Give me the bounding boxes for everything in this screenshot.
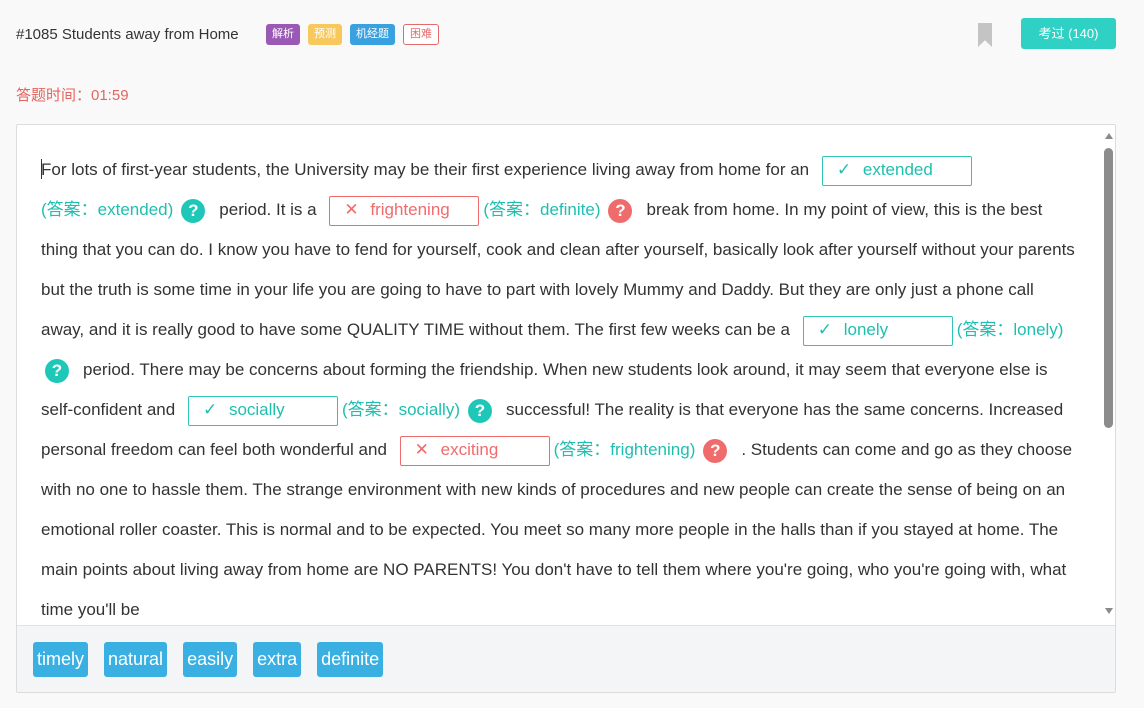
word-chip[interactable]: natural (104, 642, 168, 677)
kaoguo-button[interactable]: 考过 (140) (1021, 18, 1116, 49)
help-icon[interactable]: ? (181, 198, 206, 223)
blank-2[interactable]: ✕ frightening (329, 195, 480, 226)
check-icon: ✓ (836, 159, 852, 179)
passage-scroll-area[interactable]: For lots of first-year students, the Uni… (17, 125, 1101, 625)
answer-hint: (答案：frightening) (553, 440, 696, 459)
answer-hint: (答案：definite) (483, 200, 601, 219)
help-icon[interactable]: ? (703, 438, 728, 463)
tag-difficulty: 困难 (403, 24, 439, 45)
question-header: #1085 Students away from Home 解析 预测 机经题 … (16, 18, 1116, 49)
answer-hint: (答案：lonely) (956, 320, 1064, 339)
help-icon[interactable]: ? (468, 398, 492, 423)
scroll-up-icon[interactable] (1105, 133, 1113, 139)
tag-prediction: 预测 (308, 24, 342, 45)
answer-hint: (答案：socially) (341, 400, 460, 419)
answer-hint: (答案：extended) (41, 200, 174, 219)
bookmark-icon[interactable] (978, 23, 992, 47)
blank-5[interactable]: ✕ exciting (399, 435, 550, 466)
word-chip[interactable]: definite (317, 642, 384, 677)
passage-scrollbar[interactable] (1101, 125, 1115, 625)
blank-4[interactable]: ✓ socially (187, 395, 338, 426)
cross-icon: ✕ (414, 439, 429, 459)
question-panel: For lots of first-year students, the Uni… (16, 124, 1116, 693)
blank-value: extended (862, 159, 933, 179)
blank-value: frightening (370, 199, 450, 219)
blank-3[interactable]: ✓ lonely (802, 315, 953, 346)
scroll-down-icon[interactable] (1105, 608, 1113, 614)
passage-segment: . Students can come and go as they choos… (41, 440, 1073, 619)
blank-value: exciting (440, 439, 499, 459)
tag-list: 解析 预测 机经题 困难 (266, 24, 439, 45)
blank-value: socially (228, 399, 285, 419)
check-icon: ✓ (202, 399, 218, 419)
word-chip[interactable]: easily (183, 642, 238, 677)
passage-segment: period. It is a (219, 200, 317, 219)
scrollbar-thumb[interactable] (1104, 148, 1113, 428)
help-icon[interactable]: ? (608, 198, 633, 223)
help-icon[interactable]: ? (45, 358, 69, 383)
question-title: #1085 Students away from Home (16, 26, 239, 43)
blank-1[interactable]: ✓ extended (821, 155, 972, 186)
passage-segment: For lots of first-year students, the Uni… (41, 160, 810, 179)
word-chip-list: timely natural easily extra definite (33, 642, 399, 677)
word-bank: timely natural easily extra definite (17, 625, 1115, 692)
check-icon: ✓ (817, 319, 832, 339)
tag-machine-exam: 机经题 (350, 24, 395, 45)
tag-analysis[interactable]: 解析 (266, 24, 300, 45)
word-chip[interactable]: timely (33, 642, 89, 677)
word-chip[interactable]: extra (253, 642, 302, 677)
answer-timer: 答题时间：01:59 (16, 87, 129, 104)
passage-text: For lots of first-year students, the Uni… (41, 150, 1081, 625)
blank-value: lonely (843, 319, 889, 339)
cross-icon: ✕ (344, 199, 359, 219)
